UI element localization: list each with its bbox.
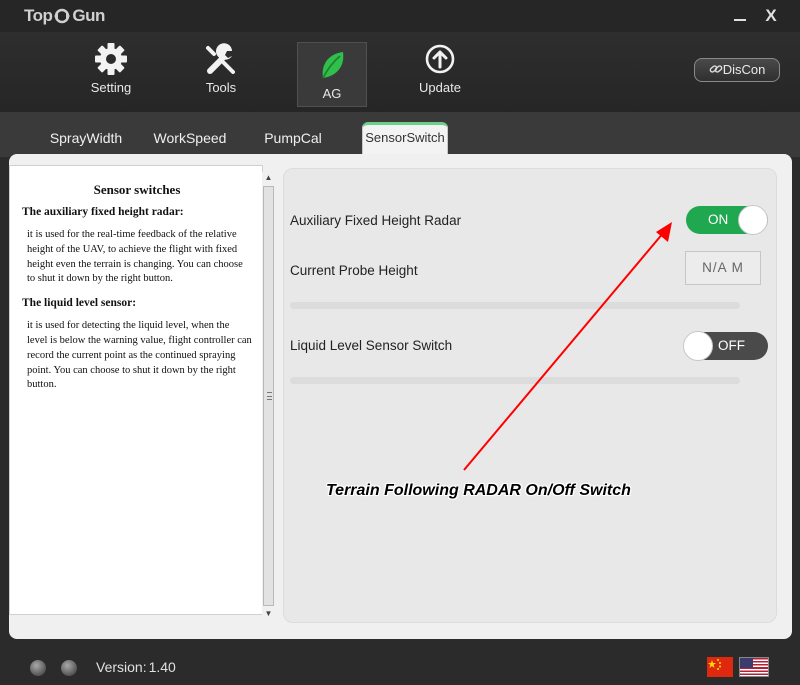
close-button[interactable]: X <box>761 6 781 26</box>
minimize-button[interactable] <box>730 6 750 26</box>
logo-text-left: Top <box>24 6 53 25</box>
radar-toggle[interactable]: ON <box>686 205 768 235</box>
help-body-radar: it is used for the real-time feedback of… <box>27 229 243 285</box>
toolbar-update-label: Update <box>419 80 461 95</box>
version-text: Version: 1.40 <box>96 659 176 675</box>
probe-height-label: Current Probe Height <box>290 263 418 278</box>
leaf-icon <box>322 52 344 79</box>
arrow-up-circle-icon <box>425 44 455 74</box>
scroll-thumb[interactable] <box>263 186 274 606</box>
status-led-icon <box>30 660 46 676</box>
link-icon <box>709 61 723 83</box>
scroll-up-icon[interactable]: ▲ <box>262 172 275 184</box>
help-heading-radar: The auxiliary fixed height radar: <box>22 206 184 218</box>
scroll-down-icon[interactable]: ▼ <box>262 608 275 620</box>
radar-toggle-knob <box>738 205 768 235</box>
tab-sensorswitch[interactable]: SensorSwitch <box>362 122 448 154</box>
toolbar-update-button[interactable]: Update <box>405 42 475 107</box>
probe-height-value: N/A M <box>685 251 761 285</box>
tab-pumpcal[interactable]: PumpCal <box>252 126 334 152</box>
status-led-icon <box>61 660 77 676</box>
disconnect-button[interactable]: DisCon <box>694 58 780 82</box>
help-title: Sensor switches <box>93 182 181 197</box>
tab-spraywidth[interactable]: SprayWidth <box>40 126 132 152</box>
version-label: Version: <box>96 659 147 675</box>
liquid-toggle-state: OFF <box>718 338 745 353</box>
main-panel: Sensor switches The auxiliary fixed heig… <box>9 154 792 639</box>
help-text-panel: Sensor switches The auxiliary fixed heig… <box>9 165 263 615</box>
divider <box>290 302 740 309</box>
toolbar-tools-label: Tools <box>205 80 237 95</box>
radar-toggle-state: ON <box>708 212 729 227</box>
title-bar: Top Gun X <box>0 0 800 32</box>
divider <box>290 377 740 384</box>
toolbar-ag-label: AG <box>322 86 342 101</box>
help-heading-liquid: The liquid level sensor: <box>22 297 137 310</box>
disconnect-label: DisCon <box>722 62 766 77</box>
usa-flag-icon[interactable] <box>739 657 769 677</box>
version-number: 1.40 <box>148 659 176 675</box>
gear-icon <box>95 43 127 75</box>
sensor-settings-panel: Auxiliary Fixed Height Radar ON Current … <box>283 168 777 623</box>
help-scrollbar[interactable]: ▲ ▼ <box>262 172 275 622</box>
wrench-icon <box>206 43 235 74</box>
logo-crosshair-icon <box>53 8 71 24</box>
radar-label: Auxiliary Fixed Height Radar <box>290 213 462 228</box>
toolbar-setting-button[interactable]: Setting <box>76 42 146 107</box>
liquid-sensor-toggle[interactable]: OFF <box>683 331 768 361</box>
main-toolbar: Setting Tools AG Update DisCon <box>0 32 800 112</box>
liquid-toggle-knob <box>683 331 713 361</box>
help-body-liquid: it is used for detecting the liquid leve… <box>27 320 252 391</box>
app-logo: Top Gun <box>24 5 105 27</box>
china-flag-icon[interactable] <box>707 657 733 677</box>
toolbar-setting-label: Setting <box>90 80 132 95</box>
logo-text-right: Gun <box>72 6 105 25</box>
toolbar-ag-button[interactable]: AG <box>297 42 367 107</box>
tab-workspeed[interactable]: WorkSpeed <box>145 126 235 152</box>
liquid-sensor-label: Liquid Level Sensor Switch <box>290 338 453 353</box>
annotation-label: Terrain Following RADAR On/Off Switch <box>326 482 631 499</box>
status-footer: Version: 1.40 <box>0 645 800 685</box>
toolbar-tools-button[interactable]: Tools <box>186 42 256 107</box>
